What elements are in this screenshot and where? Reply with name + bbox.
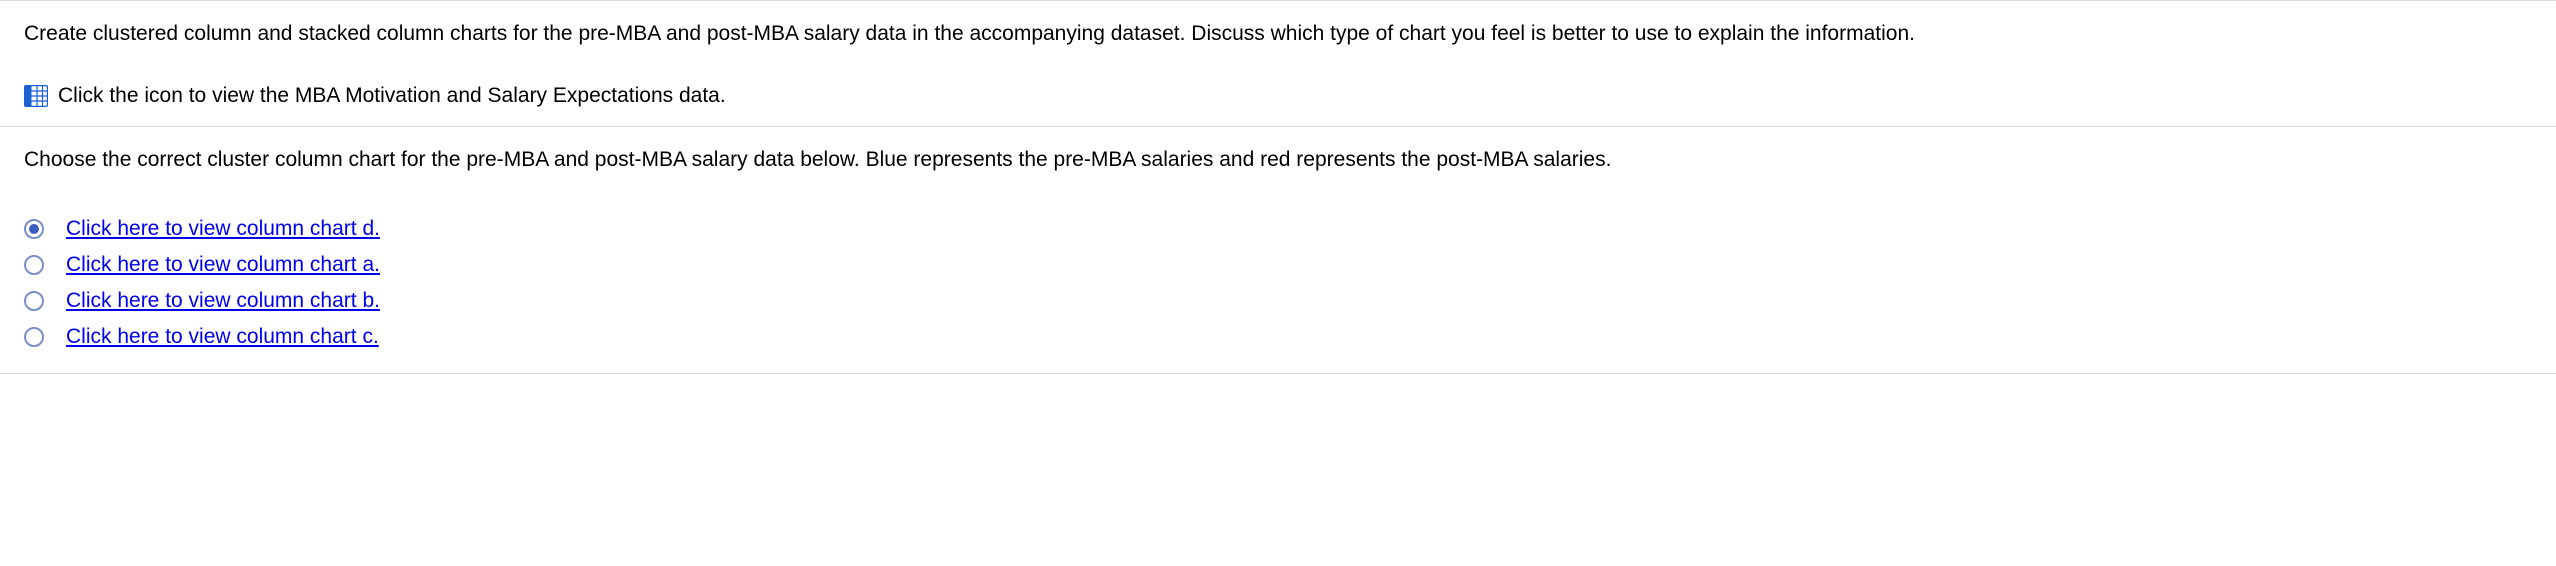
chart-link-c[interactable]: Click here to view column chart c. (66, 325, 379, 349)
intro-text: Create clustered column and stacked colu… (24, 19, 2532, 48)
question-section: Choose the correct cluster column chart … (0, 127, 2556, 192)
chart-link-a[interactable]: Click here to view column chart a. (66, 253, 380, 277)
intro-section: Create clustered column and stacked colu… (0, 1, 2556, 66)
chart-link-b[interactable]: Click here to view column chart b. (66, 289, 380, 313)
data-link-text[interactable]: Click the icon to view the MBA Motivatio… (58, 84, 726, 108)
radio-option-b[interactable] (24, 291, 44, 311)
option-row: Click here to view column chart a. (24, 247, 2532, 283)
radio-option-a[interactable] (24, 255, 44, 275)
data-link-row: Click the icon to view the MBA Motivatio… (24, 84, 2532, 108)
radio-option-c[interactable] (24, 327, 44, 347)
options-list: Click here to view column chart d. Click… (0, 193, 2556, 373)
option-row: Click here to view column chart d. (24, 211, 2532, 247)
question-text: Choose the correct cluster column chart … (24, 145, 2532, 174)
data-link-section: Click the icon to view the MBA Motivatio… (0, 66, 2556, 127)
radio-option-d[interactable] (24, 219, 44, 239)
question-container: Create clustered column and stacked colu… (0, 0, 2556, 374)
option-row: Click here to view column chart b. (24, 283, 2532, 319)
chart-link-d[interactable]: Click here to view column chart d. (66, 217, 380, 241)
option-row: Click here to view column chart c. (24, 319, 2532, 355)
data-table-icon[interactable] (24, 85, 48, 107)
